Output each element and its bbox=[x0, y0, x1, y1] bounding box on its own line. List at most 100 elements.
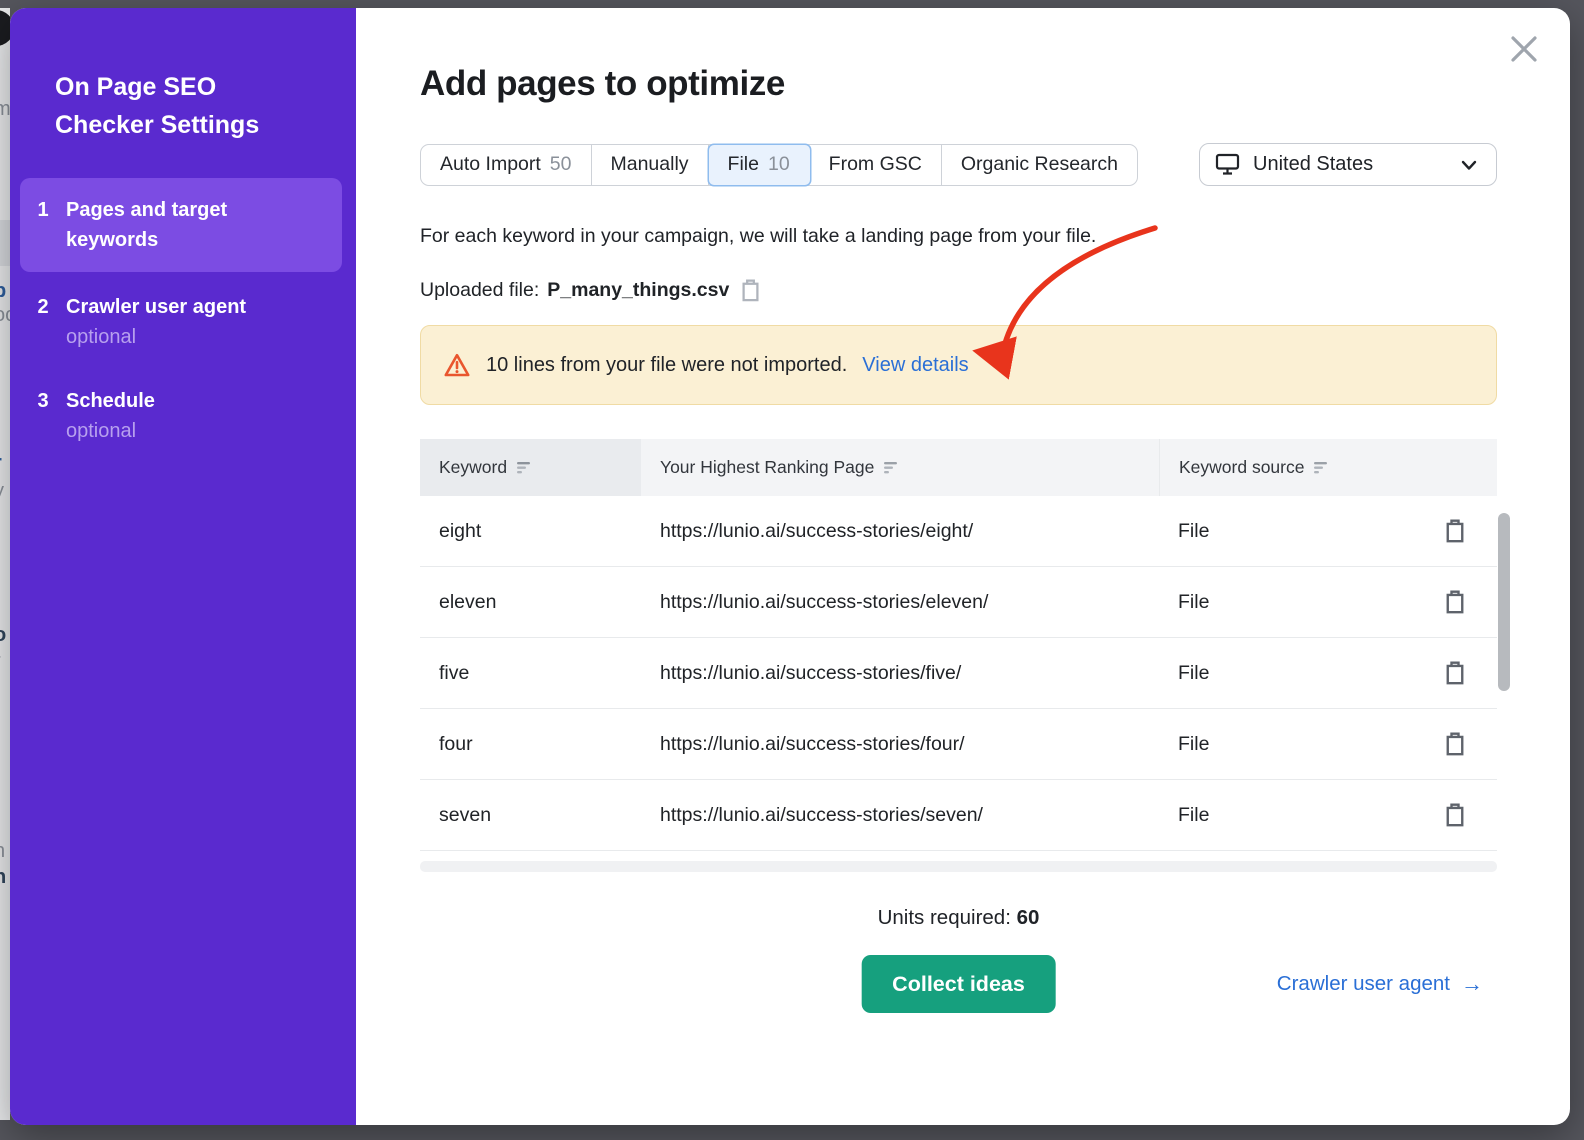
step-label: Pages and target keywords bbox=[66, 195, 286, 255]
column-header-actions bbox=[1412, 439, 1497, 496]
sort-icon bbox=[517, 462, 533, 474]
table-header: Keyword Your Highest Ranking Page Keywor… bbox=[420, 439, 1497, 496]
uploaded-file-name: P_many_things.csv bbox=[547, 279, 729, 302]
delete-row-icon[interactable] bbox=[1445, 590, 1465, 614]
tab-count: 50 bbox=[550, 153, 572, 176]
cell-keyword: eight bbox=[420, 520, 641, 543]
delete-row-icon[interactable] bbox=[1445, 803, 1465, 827]
background-text-fragment: n bbox=[0, 840, 5, 863]
horizontal-scrollbar[interactable] bbox=[420, 861, 1497, 872]
step-number: 2 bbox=[20, 292, 66, 352]
crawler-user-agent-link[interactable]: Crawler user agent → bbox=[1277, 971, 1483, 997]
uploaded-file-label: Uploaded file: bbox=[420, 279, 539, 302]
tab-label: Organic Research bbox=[961, 153, 1118, 176]
cell-page-url: https://lunio.ai/success-stories/eleven/ bbox=[641, 591, 1159, 614]
vertical-scrollbar[interactable] bbox=[1498, 513, 1510, 691]
table-row: eleven https://lunio.ai/success-stories/… bbox=[420, 567, 1497, 638]
cell-page-url: https://lunio.ai/success-stories/five/ bbox=[641, 662, 1159, 685]
desktop-icon bbox=[1215, 153, 1240, 176]
chevron-down-icon bbox=[1458, 154, 1480, 176]
step-number: 3 bbox=[20, 386, 66, 446]
cell-source: File bbox=[1159, 733, 1412, 756]
sidebar-title: On Page SEO Checker Settings bbox=[55, 68, 295, 144]
step-optional-label: optional bbox=[66, 322, 286, 352]
step-label: Schedule bbox=[66, 386, 286, 416]
column-label: Keyword bbox=[439, 457, 507, 478]
settings-modal: On Page SEO Checker Settings 1 Pages and… bbox=[10, 8, 1570, 1125]
view-details-link[interactable]: View details bbox=[862, 354, 968, 377]
background-logo-circle bbox=[0, 10, 10, 46]
column-header-keyword[interactable]: Keyword bbox=[420, 439, 641, 496]
tab-manually[interactable]: Manually bbox=[592, 145, 709, 185]
background-text-fragment: r bbox=[0, 650, 1, 673]
import-warning-banner: 10 lines from your file were not importe… bbox=[420, 325, 1497, 405]
delete-file-icon[interactable] bbox=[741, 279, 760, 302]
tab-auto-import[interactable]: Auto Import 50 bbox=[421, 145, 592, 185]
tab-organic-research[interactable]: Organic Research bbox=[942, 145, 1137, 185]
units-value: 60 bbox=[1017, 906, 1040, 929]
crawler-link-label: Crawler user agent bbox=[1277, 972, 1450, 996]
background-text-fragment: n bbox=[0, 866, 6, 889]
tab-label: File bbox=[728, 153, 759, 176]
table-row: seven https://lunio.ai/success-stories/s… bbox=[420, 780, 1497, 851]
step-schedule[interactable]: 3 Schedule optional bbox=[20, 372, 342, 460]
warning-message: 10 lines from your file were not importe… bbox=[486, 354, 847, 377]
cell-keyword: five bbox=[420, 662, 641, 685]
step-optional-label: optional bbox=[66, 416, 286, 446]
units-required: Units required: 60 bbox=[420, 906, 1497, 930]
cell-page-url: https://lunio.ai/success-stories/four/ bbox=[641, 733, 1159, 756]
cell-keyword: four bbox=[420, 733, 641, 756]
column-label: Your Highest Ranking Page bbox=[660, 457, 874, 478]
column-label: Keyword source bbox=[1179, 457, 1304, 478]
modal-content: Add pages to optimize Auto Import 50 Man… bbox=[356, 8, 1570, 1125]
table-row: four https://lunio.ai/success-stories/fo… bbox=[420, 709, 1497, 780]
close-icon[interactable] bbox=[1506, 32, 1542, 68]
cell-keyword: seven bbox=[420, 804, 641, 827]
steps-list: 1 Pages and target keywords 2 Crawler us… bbox=[10, 178, 356, 460]
background-text-fragment: oc bbox=[0, 304, 10, 327]
sort-icon bbox=[884, 462, 900, 474]
cell-source: File bbox=[1159, 520, 1412, 543]
source-tabs: Auto Import 50 Manually File 10 From GSC… bbox=[420, 144, 1138, 186]
keywords-table: Keyword Your Highest Ranking Page Keywor… bbox=[420, 439, 1497, 851]
units-label: Units required: bbox=[878, 906, 1011, 929]
background-text-fragment: p bbox=[0, 280, 6, 303]
step-label: Crawler user agent bbox=[66, 292, 286, 322]
step-number: 1 bbox=[20, 195, 66, 255]
background-text-fragment: o bbox=[0, 624, 6, 647]
page-title: Add pages to optimize bbox=[420, 64, 1497, 104]
cell-source: File bbox=[1159, 662, 1412, 685]
collect-ideas-button[interactable]: Collect ideas bbox=[861, 955, 1056, 1013]
tab-label: Manually bbox=[611, 153, 689, 176]
background-tab-fragment bbox=[0, 220, 10, 266]
background-text-fragment: r bbox=[0, 452, 2, 475]
step-crawler-user-agent[interactable]: 2 Crawler user agent optional bbox=[20, 278, 342, 366]
tab-label: Auto Import bbox=[440, 153, 541, 176]
tab-from-gsc[interactable]: From GSC bbox=[810, 145, 942, 185]
delete-row-icon[interactable] bbox=[1445, 519, 1465, 543]
cell-source: File bbox=[1159, 591, 1412, 614]
column-header-source[interactable]: Keyword source bbox=[1159, 439, 1412, 496]
cell-page-url: https://lunio.ai/success-stories/seven/ bbox=[641, 804, 1159, 827]
table-row: five https://lunio.ai/success-stories/fi… bbox=[420, 638, 1497, 709]
country-select[interactable]: United States bbox=[1199, 143, 1497, 186]
uploaded-file-row: Uploaded file: P_many_things.csv bbox=[420, 279, 1497, 302]
background-text-fragment: m bbox=[0, 98, 10, 121]
settings-sidebar: On Page SEO Checker Settings 1 Pages and… bbox=[10, 8, 356, 1125]
delete-row-icon[interactable] bbox=[1445, 661, 1465, 685]
intro-text: For each keyword in your campaign, we wi… bbox=[420, 225, 1497, 248]
tab-count: 10 bbox=[768, 153, 790, 176]
background-page-sliver: m p oc r y o r n n bbox=[0, 8, 10, 1120]
cell-keyword: eleven bbox=[420, 591, 641, 614]
sort-icon bbox=[1314, 462, 1330, 474]
cell-source: File bbox=[1159, 804, 1412, 827]
table-row: eight https://lunio.ai/success-stories/e… bbox=[420, 496, 1497, 567]
step-pages-and-keywords[interactable]: 1 Pages and target keywords bbox=[20, 178, 342, 272]
country-select-value: United States bbox=[1253, 153, 1373, 176]
delete-row-icon[interactable] bbox=[1445, 732, 1465, 756]
tab-file[interactable]: File 10 bbox=[709, 145, 810, 185]
warning-icon bbox=[443, 352, 471, 379]
cell-page-url: https://lunio.ai/success-stories/eight/ bbox=[641, 520, 1159, 543]
arrow-right-icon: → bbox=[1461, 971, 1483, 997]
column-header-page[interactable]: Your Highest Ranking Page bbox=[641, 439, 1159, 496]
